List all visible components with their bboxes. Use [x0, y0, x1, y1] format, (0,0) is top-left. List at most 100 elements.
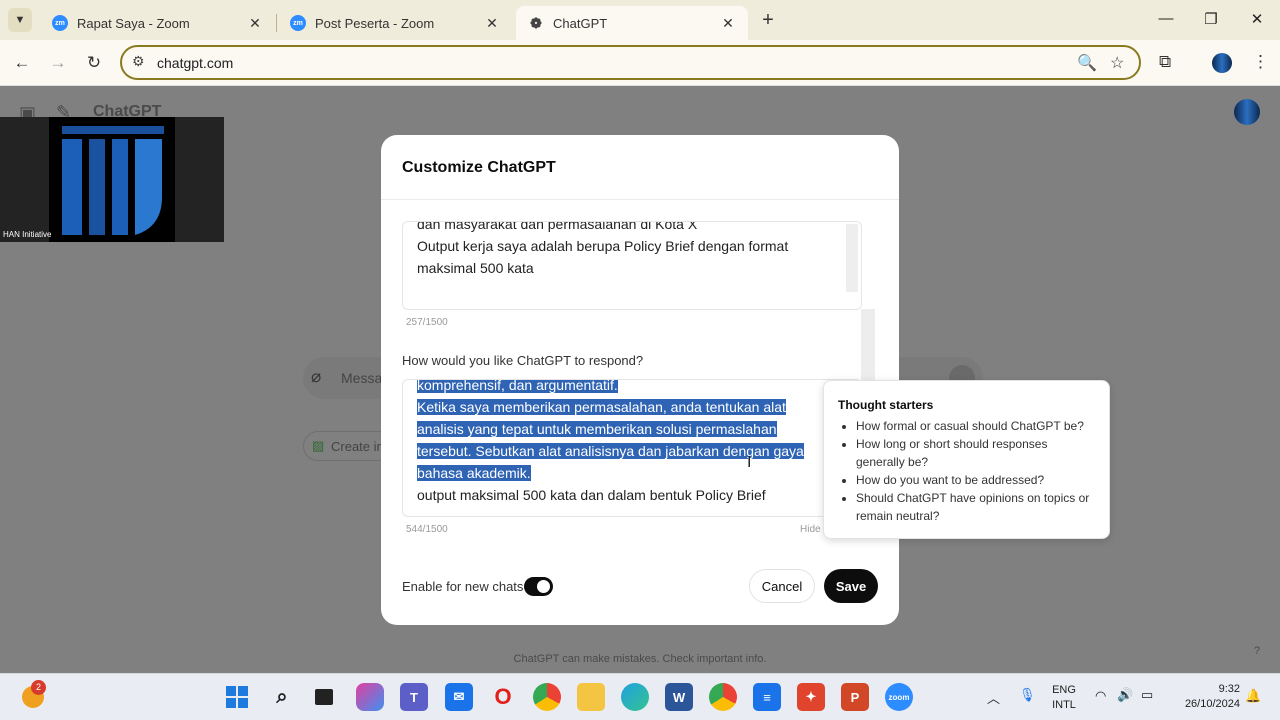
volume-icon[interactable]: 🔊 [1117, 687, 1133, 703]
dialog-divider [381, 199, 899, 200]
customize-chatgpt-dialog: Customize ChatGPT dan masyarakat dan per… [381, 135, 899, 625]
attach-icon[interactable]: ⌀ [311, 367, 321, 387]
reload-icon[interactable]: ↻ [83, 52, 105, 74]
list-item: How long or short should responses gener… [856, 435, 1095, 471]
disclaimer: ChatGPT can make mistakes. Check importa… [513, 653, 767, 665]
dialog-scrollbar[interactable] [861, 309, 875, 385]
language-indicator[interactable]: ENG INTL [1046, 683, 1082, 713]
new-tab-icon[interactable]: + [758, 9, 778, 32]
edge-icon[interactable] [621, 683, 649, 711]
chevron-down-icon: ▼ [14, 14, 26, 26]
char-counter: 257/1500 [406, 317, 448, 328]
time: 9:32 [1218, 683, 1240, 695]
save-button[interactable]: Save [824, 569, 878, 603]
opera-icon[interactable]: O [489, 683, 517, 711]
zoom-icon: zm [290, 15, 306, 31]
enable-new-chats-toggle[interactable] [524, 577, 553, 596]
chevron-up-icon[interactable]: ︿ [987, 688, 1000, 707]
file-explorer-icon[interactable] [577, 683, 605, 711]
about-you-textarea[interactable]: dan masyarakat dan permasalahan di Kota … [402, 221, 862, 310]
task-view-icon[interactable] [310, 683, 338, 711]
windows-start-icon[interactable] [223, 683, 251, 711]
selected-text: bahasa akademik. [417, 465, 531, 481]
video-tile: HAN Initiative [0, 117, 224, 242]
battery-icon[interactable]: ▭ [1141, 687, 1153, 703]
mail-icon[interactable]: ✉ [445, 683, 473, 711]
profile-avatar[interactable] [1212, 53, 1232, 73]
search-icon[interactable]: ⌕ [268, 683, 296, 711]
thought-starters-list: How formal or casual should ChatGPT be? … [838, 417, 1095, 525]
selected-text: komprehensif, dan argumentatif. [417, 379, 618, 393]
tab-post-peserta[interactable]: zm Post Peserta - Zoom ✕ [278, 6, 512, 40]
dialog-title: Customize ChatGPT [402, 159, 556, 176]
tab-chatgpt[interactable]: ❁ ChatGPT ✕ [516, 6, 748, 40]
zoom-lens-icon[interactable]: 🔍 [1077, 53, 1097, 73]
close-icon[interactable]: ✕ [247, 15, 263, 32]
list-item: How do you want to be addressed? [856, 471, 1095, 489]
selected-text: tersebut. Sebutkan alat analisisnya dan … [417, 443, 804, 459]
thought-starters-title: Thought starters [838, 398, 934, 412]
respond-question-label: How would you like ChatGPT to respond? [402, 353, 644, 368]
avatar[interactable] [1234, 99, 1260, 125]
participant-name: HAN Initiative [3, 230, 52, 239]
microphone-icon[interactable]: 🎙 [1019, 687, 1036, 703]
word-icon[interactable]: W [665, 683, 693, 711]
window-close-icon[interactable]: ✕ [1247, 10, 1267, 28]
notification-badge: 2 [31, 680, 46, 695]
zoom-app-icon[interactable]: zoom [885, 683, 913, 711]
han-initiative-logo [49, 117, 175, 242]
toggle-knob [537, 580, 550, 593]
thought-starters-popup: Thought starters How formal or casual sh… [823, 380, 1110, 539]
keyboard-layout: INTL [1052, 699, 1076, 711]
selected-text: Ketika saya memberikan permasalahan, and… [417, 399, 786, 415]
forward-icon[interactable]: → [47, 52, 69, 74]
zoom-icon: zm [52, 15, 68, 31]
close-icon[interactable]: ✕ [484, 15, 500, 32]
powerpoint-icon[interactable]: P [841, 683, 869, 711]
more-menu-icon[interactable]: ⋮ [1252, 52, 1269, 72]
chrome-profile-icon[interactable] [709, 683, 737, 711]
chrome-icon[interactable] [533, 683, 561, 711]
text-line: Output kerja saya adalah berupa Policy B… [417, 238, 789, 254]
notification-bell-icon[interactable]: 🔔 [1245, 688, 1261, 704]
browser-toolbar: ← → ↻ ⚙ chatgpt.com 🔍 ☆ ⧉ ⋮ [0, 40, 1280, 86]
chip-label: Create im [331, 439, 388, 454]
copilot-icon[interactable] [356, 683, 384, 711]
close-icon[interactable]: ✕ [720, 15, 736, 32]
date: 26/10/2024 [1184, 698, 1240, 710]
tab-title: Post Peserta - Zoom [315, 15, 435, 31]
tab-search-dropdown[interactable]: ▼ [8, 8, 32, 32]
image-icon: ▨ [312, 438, 325, 453]
chatgpt-icon: ❁ [530, 14, 542, 31]
tab-title: ChatGPT [553, 15, 608, 31]
respond-textarea[interactable]: komprehensif, dan argumentatif. Ketika s… [402, 379, 862, 517]
minimize-icon[interactable]: — [1156, 10, 1176, 27]
clock[interactable]: 9:32 26/10/2024 [1170, 682, 1240, 712]
enable-new-chats-label: Enable for new chats [402, 579, 524, 594]
wifi-icon[interactable]: ◠ [1095, 688, 1106, 704]
notepad-icon[interactable]: ≡ [753, 683, 781, 711]
help-icon[interactable]: ? [1254, 645, 1260, 657]
address-bar[interactable]: ⚙ chatgpt.com 🔍 ☆ [120, 45, 1141, 80]
extensions-icon[interactable]: ⧉ [1159, 52, 1171, 72]
tab-separator [276, 14, 277, 32]
language-code: ENG [1052, 684, 1076, 696]
list-item: How formal or casual should ChatGPT be? [856, 417, 1095, 435]
site-info-icon[interactable]: ⚙ [132, 53, 145, 70]
url-text[interactable]: chatgpt.com [157, 55, 233, 71]
list-item: Should ChatGPT have opinions on topics o… [856, 489, 1095, 525]
hide-tips-link[interactable]: Hide [800, 524, 821, 535]
selected-text: analisis yang tepat untuk memberikan sol… [417, 421, 777, 437]
textarea-scrollbar[interactable] [846, 224, 858, 292]
browser-tab-bar: ▼ zm Rapat Saya - Zoom ✕ zm Post Peserta… [0, 0, 1280, 40]
text-line: maksimal 500 kata [417, 260, 534, 276]
cancel-button[interactable]: Cancel [749, 569, 815, 603]
app-icon[interactable]: ✦ [797, 683, 825, 711]
tab-rapat-saya[interactable]: zm Rapat Saya - Zoom ✕ [40, 6, 275, 40]
bookmark-star-icon[interactable]: ☆ [1110, 53, 1124, 73]
teams-icon[interactable]: T [400, 683, 428, 711]
restore-icon[interactable]: ❐ [1201, 10, 1221, 28]
back-icon[interactable]: ← [11, 52, 33, 74]
text-line: output maksimal 500 kata dan dalam bentu… [417, 487, 766, 503]
char-counter: 544/1500 [406, 524, 448, 535]
